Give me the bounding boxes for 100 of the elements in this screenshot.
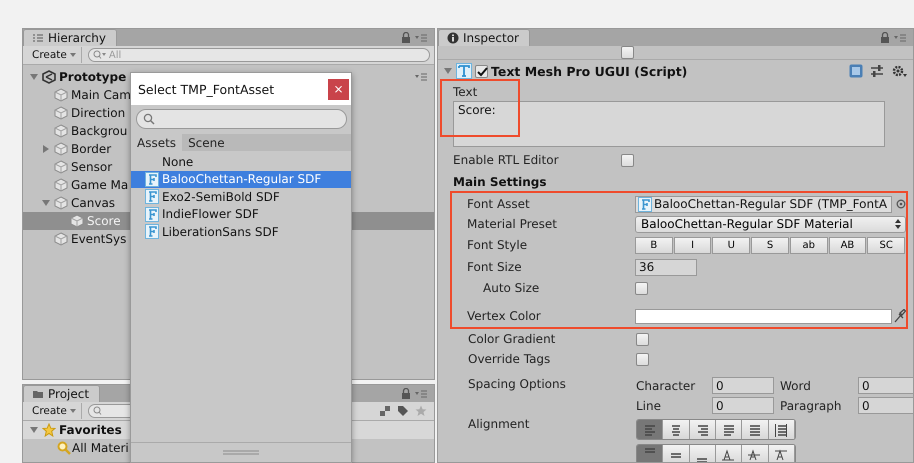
alignment-button[interactable] (637, 420, 664, 439)
enable-checkbox[interactable] (475, 64, 488, 78)
lock-icon[interactable] (880, 32, 890, 44)
close-button[interactable]: × (328, 78, 349, 100)
font-style-button[interactable]: AB (828, 236, 866, 254)
lock-icon[interactable] (401, 32, 411, 44)
asset-list-item[interactable]: IndieFlower SDF (131, 206, 351, 223)
field-label: Vertex Color (467, 309, 542, 323)
sliders-icon[interactable] (870, 64, 884, 78)
number-field[interactable]: 0 (858, 397, 913, 414)
number-field[interactable]: 0 (712, 397, 774, 414)
alignment-button[interactable] (742, 420, 769, 439)
hierarchy-item[interactable]: Game Ma (71, 178, 128, 192)
expand-arrow-icon[interactable] (443, 66, 453, 76)
hierarchy-item[interactable]: Direction (71, 106, 126, 120)
number-field[interactable]: 0 (858, 377, 913, 394)
number-field[interactable]: 0 (712, 377, 774, 394)
star-icon[interactable] (415, 405, 427, 417)
field-label: Override Tags (468, 352, 552, 366)
scene-name[interactable]: Prototype (59, 70, 126, 84)
font-asset-icon (145, 172, 159, 187)
asset-list-item[interactable]: BalooChettan-Regular SDF (131, 170, 351, 188)
field-label: Material Preset (467, 217, 558, 231)
checkbox[interactable] (636, 352, 649, 366)
alignment-button[interactable] (690, 445, 716, 462)
font-asset-icon (638, 196, 652, 212)
resize-grip-icon[interactable] (223, 450, 259, 455)
align-flush-icon (747, 423, 762, 438)
hierarchy-item[interactable]: EventSys (71, 232, 126, 246)
field-label: Spacing Options (468, 377, 567, 391)
expand-arrow-icon[interactable] (29, 425, 39, 435)
eyedropper-icon[interactable] (894, 309, 906, 323)
settings-icon[interactable] (891, 64, 907, 78)
search-icon (92, 50, 107, 60)
object-field[interactable]: BalooChettan-Regular SDF (TMP_FontA (635, 196, 892, 212)
search-box[interactable]: All (88, 48, 430, 62)
alignment-button[interactable] (663, 420, 690, 439)
asset-list-item[interactable]: LiberationSans SDF (131, 223, 351, 240)
menu-icon[interactable] (414, 388, 428, 398)
dialog-tab[interactable]: Scene (182, 134, 231, 151)
hierarchy-item[interactable]: Sensor (71, 160, 112, 174)
checkbox[interactable] (635, 282, 648, 294)
font-style-button[interactable]: SC (867, 236, 906, 254)
help-book-icon[interactable] (849, 64, 863, 78)
cube-icon (54, 142, 68, 156)
field-label: Font Asset (467, 197, 531, 211)
shapes-icon[interactable] (379, 405, 391, 417)
alignment-button[interactable] (716, 420, 742, 439)
hierarchy-item[interactable]: Canvas (71, 196, 116, 210)
expand-arrow-icon[interactable] (29, 72, 39, 82)
text-area[interactable]: Score: (453, 101, 885, 147)
font-asset-icon (145, 224, 159, 240)
alignment-button[interactable] (663, 445, 690, 462)
field-label: Line (636, 398, 662, 412)
search-icon (92, 406, 103, 416)
font-style-button[interactable]: I (674, 236, 712, 254)
panel-tab[interactable]: Project (23, 385, 100, 402)
font-style-button[interactable]: B (635, 236, 673, 254)
create-dropdown[interactable]: Create (27, 47, 82, 63)
asset-list-item[interactable]: None (131, 153, 351, 170)
search-field[interactable]: All (108, 50, 429, 60)
target-picker-icon[interactable] (896, 199, 906, 209)
lock-icon[interactable] (401, 388, 411, 400)
caret-icon (70, 409, 76, 413)
alignment-button[interactable] (637, 445, 664, 462)
search-field[interactable] (136, 109, 347, 129)
number-field[interactable]: 36 (635, 258, 697, 276)
alignment-button[interactable] (768, 445, 795, 462)
expand-arrow-icon[interactable] (41, 198, 51, 208)
align-justified-icon (721, 423, 736, 438)
material-dropdown[interactable]: BalooChettan-Regular SDF Material (635, 216, 906, 232)
panel-tab[interactable]: Inspector (438, 29, 530, 46)
color-swatch[interactable] (635, 308, 892, 324)
tag-icon[interactable] (397, 405, 409, 417)
create-dropdown[interactable]: Create (27, 403, 82, 419)
panel-tab[interactable]: Hierarchy (23, 29, 118, 46)
checkbox[interactable] (621, 46, 634, 59)
menu-icon[interactable] (414, 32, 428, 42)
font-asset-icon (145, 206, 159, 222)
dialog-title: Select TMP_FontAsset (138, 82, 274, 96)
font-style-button[interactable]: ab (790, 236, 828, 254)
hierarchy-item[interactable]: Main Cam (71, 88, 131, 102)
alignment-button[interactable] (716, 445, 742, 462)
checkbox[interactable] (636, 332, 649, 346)
align-capline-icon (774, 448, 789, 462)
alignment-button[interactable] (768, 420, 795, 439)
menu-icon[interactable] (414, 72, 428, 82)
checkbox[interactable] (621, 154, 634, 166)
asset-list-item[interactable]: Exo2-SemiBold SDF (131, 188, 351, 206)
expand-arrow-icon[interactable] (41, 144, 51, 154)
alignment-button[interactable] (690, 420, 716, 439)
favorite-item[interactable]: All Materi (72, 441, 129, 455)
hierarchy-item[interactable]: Border (71, 142, 112, 156)
hierarchy-item[interactable]: Backgrou (71, 124, 128, 138)
favorites-label[interactable]: Favorites (59, 423, 122, 437)
font-style-button[interactable]: S (751, 236, 789, 254)
font-style-button[interactable]: U (712, 236, 750, 254)
menu-icon[interactable] (893, 32, 907, 42)
align-bottom-icon (696, 458, 708, 462)
alignment-button[interactable] (742, 445, 769, 462)
